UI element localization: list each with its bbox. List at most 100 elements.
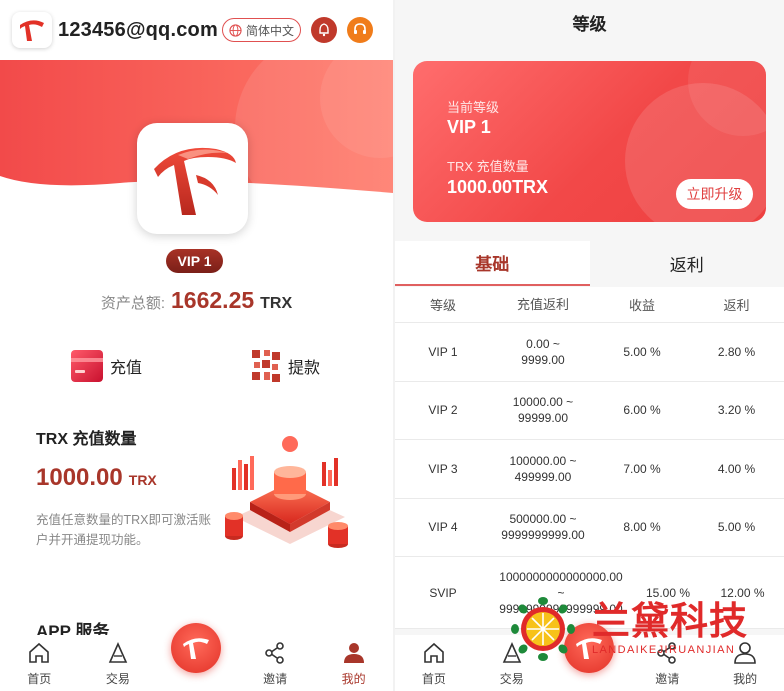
total-assets-label: 资产总额: (100, 295, 166, 312)
row-range: 100000.00 ~499999.00 (491, 453, 595, 485)
customer-service-button[interactable] (346, 17, 373, 43)
nav-invite[interactable]: 邀请 (236, 635, 315, 691)
deposit-card-icon (71, 350, 103, 382)
current-level-card: 当前等级 VIP 1 TRX 充值数量 1000.00TRX 立即升级 (413, 61, 766, 222)
row-range-from: 10000.00 ~ (512, 395, 574, 410)
withdraw-qr-icon (252, 350, 280, 382)
level-table: 等级 充值返利 收益 返利 VIP 1 0.00 ~9999.00 5.00 %… (395, 287, 784, 629)
home-icon (424, 642, 444, 663)
table-row: VIP 3 100000.00 ~499999.00 7.00 % 4.00 % (395, 440, 784, 499)
level-tabs: 基础 返利 (395, 241, 784, 286)
nav-trade-label: 交易 (105, 672, 130, 686)
bottom-nav: 首页 交易 邀请 我的 (0, 623, 393, 691)
trx-recharge-unit: TRX (128, 472, 157, 488)
home-icon (29, 642, 50, 663)
watermark-brand-en: LANDAIKEJIRUANJIAN (592, 644, 736, 656)
vip-level-badge: VIP 1 (166, 249, 223, 273)
watermark-brand-cn: 兰黛科技 (592, 601, 749, 643)
row-range-to: 99999.00 (517, 411, 569, 426)
headset-icon (353, 23, 366, 34)
row-range-to: 9999.00 (521, 352, 565, 367)
header-rebate: 返利 (723, 298, 750, 313)
row-rebate: 4.00 % (717, 461, 756, 476)
row-range-from: 1000000000000000.00 (499, 569, 623, 584)
globe-icon (229, 23, 242, 37)
row-level: SVIP (429, 585, 457, 600)
withdraw-button[interactable]: 提款 (250, 348, 320, 384)
center-logo-button[interactable] (171, 623, 222, 673)
row-level: VIP 4 (428, 520, 458, 535)
watermark: 兰黛科技 LANDAIKEJIRUANJIAN (510, 596, 780, 662)
row-range-to: 9999999999.00 (501, 528, 585, 543)
current-level-label: 当前等级 (447, 100, 500, 115)
nav-home[interactable]: 首页 (0, 635, 79, 691)
withdraw-label: 提款 (288, 360, 321, 377)
nav-mine[interactable]: 我的 (314, 635, 393, 691)
nav-trade[interactable]: 交易 (79, 635, 158, 691)
row-level: VIP 1 (428, 344, 458, 359)
trade-icon (108, 642, 128, 663)
user-email: 123456@qq.com (58, 18, 218, 41)
header-profit: 收益 (628, 298, 655, 313)
row-level: VIP 3 (428, 461, 458, 476)
level-screen: 等级 当前等级 VIP 1 TRX 充值数量 1000.00TRX 立即升级 基… (395, 0, 784, 691)
notification-bell-button[interactable] (310, 17, 337, 43)
total-assets: 资产总额: 1662.25 TRX (0, 287, 393, 314)
row-range: 0.00 ~9999.00 (491, 336, 595, 368)
language-label: 简体中文 (245, 23, 294, 38)
trx-recharge-amount: 1000.00 TRX (36, 464, 157, 492)
row-profit: 8.00 % (623, 520, 661, 535)
row-profit: 6.00 % (623, 403, 661, 418)
nav-invite-label: 邀请 (263, 672, 288, 686)
top-bar: 123456@qq.com 简体中文 (0, 0, 393, 60)
row-rebate: 3.20 % (717, 403, 756, 418)
trx-recharge-description: 充值任意数量的TRX即可激活账户并开通提现功能。 (36, 513, 212, 547)
current-level-value: VIP 1 (447, 117, 491, 137)
recharge-amount-label: TRX 充值数量 (447, 159, 529, 174)
table-row: VIP 4 500000.00 ~9999999999.00 8.00 % 5.… (395, 499, 784, 557)
nav-home-label: 首页 (27, 672, 52, 686)
tab-rebate[interactable]: 返利 (590, 241, 784, 286)
nav-trade-label: 交易 (499, 672, 524, 686)
coin-platform-illustration (220, 432, 360, 562)
watermark-brand: 兰黛科技 LANDAIKEJIRUANJIAN (592, 602, 748, 656)
trx-recharge-value: 1000.00 (36, 464, 123, 491)
row-level: VIP 2 (428, 403, 458, 418)
total-assets-unit: TRX (260, 295, 293, 312)
trx-recharge-title: TRX 充值数量 (36, 431, 137, 448)
row-range-from: 100000.00 ~ (509, 453, 577, 468)
brand-t-logo-icon (183, 638, 210, 659)
bell-icon (319, 23, 329, 37)
brand-t-logo-icon (153, 147, 236, 215)
nav-home[interactable]: 首页 (395, 635, 473, 691)
language-selector[interactable]: 简体中文 (221, 18, 301, 42)
nav-mine-label: 我的 (733, 672, 758, 686)
user-icon (343, 643, 364, 663)
app-logo-large (137, 123, 248, 234)
nav-center (157, 623, 236, 691)
nav-mine-label: 我的 (341, 672, 366, 686)
nav-invite-label: 邀请 (655, 672, 680, 686)
row-profit: 5.00 % (623, 344, 661, 359)
header-level: 等级 (429, 298, 456, 313)
row-rebate: 5.00 % (717, 520, 756, 535)
row-profit: 7.00 % (623, 461, 661, 476)
row-rebate: 2.80 % (717, 344, 756, 359)
recharge-amount-value: 1000.00TRX (447, 177, 549, 197)
row-range-from: 0.00 ~ (526, 336, 560, 351)
upgrade-button[interactable]: 立即升级 (676, 179, 753, 209)
table-header: 等级 充值返利 收益 返利 (395, 287, 784, 323)
header-recharge: 充值返利 (516, 296, 569, 312)
page-title: 等级 (395, 0, 784, 44)
table-row: VIP 1 0.00 ~9999.00 5.00 % 2.80 % (395, 323, 784, 382)
app-logo-icon[interactable] (12, 12, 52, 48)
tab-basic[interactable]: 基础 (395, 241, 590, 286)
deposit-label: 充值 (110, 360, 143, 377)
row-range: 10000.00 ~99999.00 (491, 394, 595, 426)
row-range-from: 500000.00 ~ (509, 512, 577, 527)
row-range: 500000.00 ~9999999999.00 (491, 511, 595, 543)
deposit-button[interactable]: 充值 (70, 348, 142, 384)
watermark-logo-icon (511, 597, 575, 661)
row-range-to: 499999.00 (514, 469, 572, 484)
share-icon (265, 642, 284, 664)
